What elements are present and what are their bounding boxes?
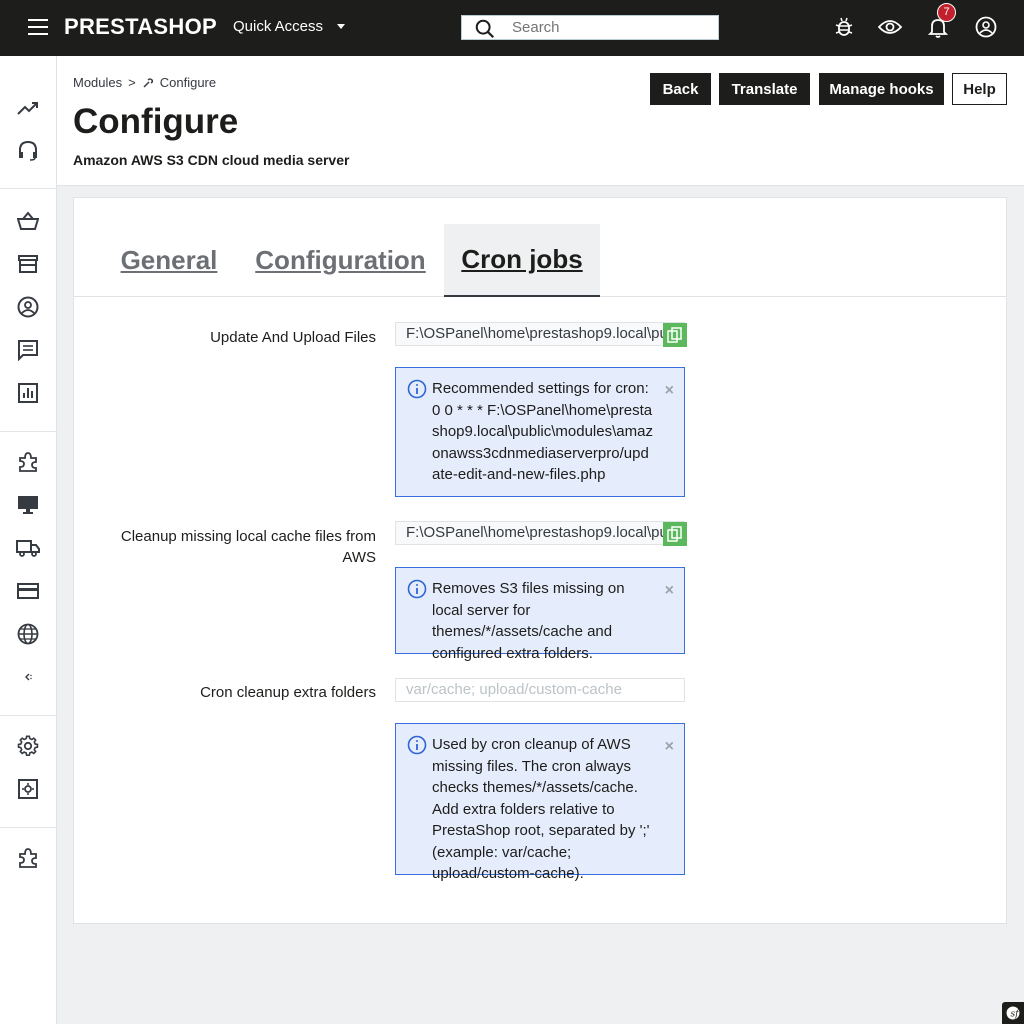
- help-button[interactable]: Help: [952, 73, 1007, 105]
- notification-badge: 7: [937, 3, 956, 22]
- manage-hooks-button[interactable]: Manage hooks: [819, 73, 944, 105]
- info-text: Used by cron cleanup of AWS missing file…: [432, 736, 650, 882]
- store-icon[interactable]: [16, 252, 40, 276]
- quick-access-dropdown[interactable]: Quick Access: [233, 18, 346, 35]
- caret-down-icon: [337, 24, 346, 29]
- extra-folders-input[interactable]: var/cache; upload/custom-cache: [395, 678, 685, 702]
- search-input[interactable]: [462, 16, 718, 39]
- update-upload-path-field[interactable]: F:\OSPanel\home\prestashop9.local\public…: [395, 322, 685, 346]
- info-icon: [407, 735, 427, 762]
- tab-general[interactable]: General: [104, 224, 234, 297]
- modules-puzzle-icon[interactable]: [16, 450, 40, 474]
- info-alert-extra-folders: Used by cron cleanup of AWS missing file…: [395, 723, 685, 882]
- field-label-extra-folders: Cron cleanup extra folders: [200, 684, 376, 701]
- wrench-icon: [142, 77, 154, 89]
- page-header: Modules > Configure Configure Amazon AWS…: [57, 56, 1024, 186]
- account-icon[interactable]: [973, 14, 999, 40]
- field-label-cleanup-missing: Cleanup missing local cache files from A…: [120, 528, 376, 566]
- sidebar: [0, 56, 57, 1024]
- collapse-arrow-icon[interactable]: [16, 665, 40, 689]
- sidebar-separator: [0, 188, 57, 189]
- eye-icon[interactable]: [877, 14, 903, 40]
- back-button[interactable]: Back: [650, 73, 711, 105]
- tab-cron-jobs[interactable]: Cron jobs: [444, 224, 600, 297]
- debug-icon[interactable]: [831, 14, 857, 40]
- top-navbar: PRESTASHOP Quick Access 7: [0, 0, 1024, 56]
- puzzle-icon[interactable]: [16, 846, 40, 870]
- prestashop-logo[interactable]: PRESTASHOP: [64, 14, 217, 40]
- field-label-update-upload: Update And Upload Files: [210, 329, 376, 346]
- customer-icon[interactable]: [16, 295, 40, 319]
- sidebar-separator: [0, 431, 57, 432]
- info-text: Removes S3 files missing on local server…: [432, 580, 625, 662]
- search-box[interactable]: [461, 15, 719, 40]
- breadcrumb-modules[interactable]: Modules: [73, 75, 122, 90]
- info-text: Recommended settings for cron: 0 0 * * *…: [432, 380, 653, 483]
- menu-icon[interactable]: [28, 19, 48, 35]
- close-icon[interactable]: ×: [665, 380, 674, 402]
- messages-icon[interactable]: [16, 338, 40, 362]
- close-icon[interactable]: ×: [665, 580, 674, 602]
- breadcrumb-current: Configure: [159, 75, 217, 90]
- info-icon: [407, 379, 427, 406]
- international-globe-icon[interactable]: [16, 622, 40, 646]
- copy-icon[interactable]: [663, 522, 687, 546]
- sidebar-separator: [0, 827, 57, 828]
- breadcrumb-separator: >: [128, 75, 136, 90]
- trending-up-icon[interactable]: [16, 96, 40, 120]
- stats-icon[interactable]: [16, 381, 40, 405]
- breadcrumb: Modules > Configure: [73, 75, 216, 90]
- payment-card-icon[interactable]: [16, 579, 40, 603]
- info-alert-update-upload: Recommended settings for cron: 0 0 * * *…: [395, 367, 685, 497]
- info-icon: [407, 579, 427, 606]
- info-alert-cleanup: Removes S3 files missing on local server…: [395, 567, 685, 662]
- search-icon[interactable]: [474, 18, 496, 45]
- close-icon[interactable]: ×: [665, 736, 674, 758]
- page-title: Configure: [73, 102, 239, 141]
- translate-button[interactable]: Translate: [719, 73, 810, 105]
- tab-bar: General Configuration Cron jobs: [74, 198, 1006, 297]
- quick-access-label: Quick Access: [233, 18, 324, 35]
- headset-icon[interactable]: [16, 139, 40, 163]
- copy-icon[interactable]: [663, 323, 687, 347]
- settings-gear-icon[interactable]: [16, 734, 40, 758]
- shipping-truck-icon[interactable]: [16, 536, 40, 560]
- advanced-parameters-icon[interactable]: [16, 777, 40, 801]
- sidebar-separator: [0, 715, 57, 716]
- config-panel: General Configuration Cron jobs Update A…: [73, 197, 1007, 924]
- tab-configuration[interactable]: Configuration: [244, 224, 437, 297]
- basket-icon[interactable]: [16, 209, 40, 233]
- page-subtitle: Amazon AWS S3 CDN cloud media server: [73, 152, 350, 168]
- design-monitor-icon[interactable]: [16, 493, 40, 517]
- symfony-icon[interactable]: sf: [1002, 1002, 1024, 1024]
- cleanup-path-field[interactable]: F:\OSPanel\home\prestashop9.local\public…: [395, 521, 685, 545]
